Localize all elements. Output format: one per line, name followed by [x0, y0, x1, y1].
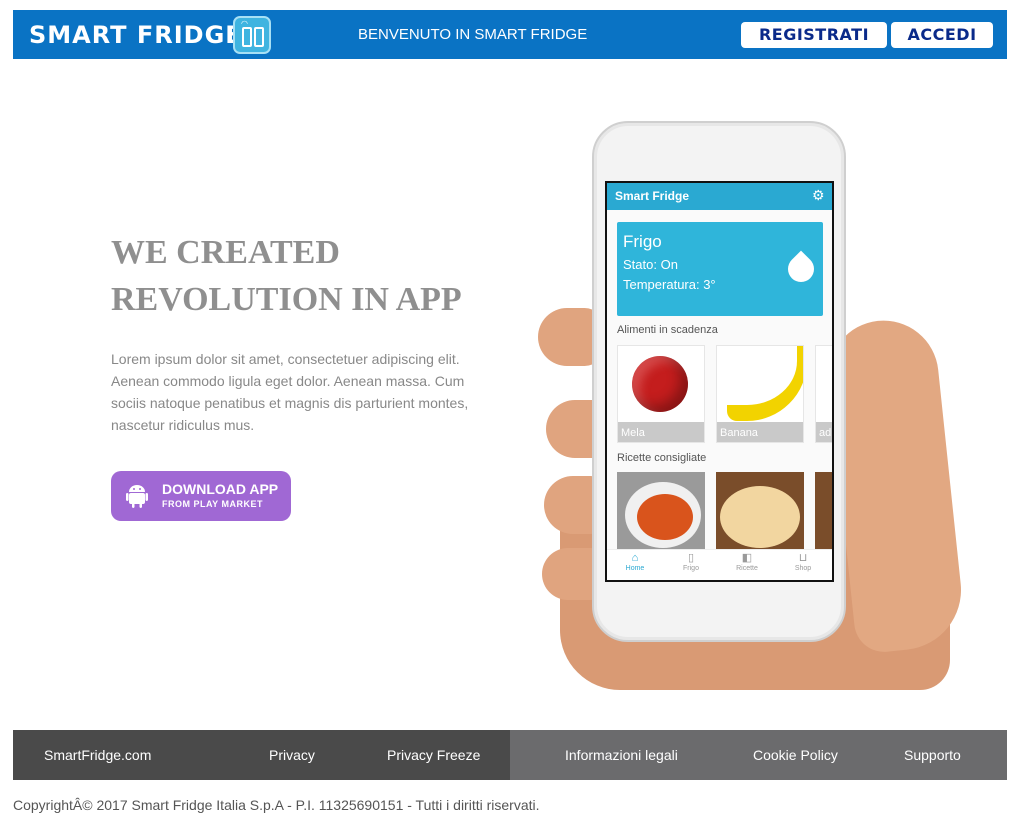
recipe-card-partial[interactable]: [815, 472, 832, 552]
fridge-status-card[interactable]: Frigo Stato: On Temperatura: 3°: [617, 222, 823, 316]
pasta-image: [617, 472, 705, 552]
phone-screen: Smart Fridge ⚙ Frigo Stato: On Temperatu…: [605, 181, 834, 582]
cart-icon: ⊔: [798, 552, 808, 564]
app-title: Smart Fridge: [615, 189, 690, 203]
register-button[interactable]: REGISTRATI: [741, 22, 887, 48]
footer-link-support[interactable]: Supporto: [904, 747, 961, 763]
food-card-apple[interactable]: Mela: [617, 345, 705, 443]
gear-icon[interactable]: ⚙: [812, 187, 825, 204]
welcome-text: BENVENUTO IN SMART FRIDGE: [358, 26, 588, 43]
top-header: SMART FRIDGE ◠ BENVENUTO IN SMART FRIDGE…: [13, 10, 1007, 59]
expiring-label: Alimenti in scadenza: [617, 324, 718, 336]
nav-ricette[interactable]: ◧ Ricette: [719, 552, 775, 572]
footer-link-smartfridge[interactable]: SmartFridge.com: [44, 747, 151, 763]
footer-link-privacy-freeze[interactable]: Privacy Freeze: [387, 747, 480, 763]
recipe-image: [815, 472, 832, 552]
fridge-card-title: Frigo: [623, 232, 662, 251]
nav-shop[interactable]: ⊔ Shop: [775, 552, 831, 572]
nav-frigo-label: Frigo: [683, 565, 699, 572]
fridge-temperature: Temperatura: 3°: [623, 277, 716, 292]
hero-title-line2: REVOLUTION IN APP: [111, 281, 462, 318]
download-app-button[interactable]: DOWNLOAD APP FROM PLAY MARKET: [111, 471, 291, 521]
footer-link-privacy[interactable]: Privacy: [269, 747, 315, 763]
pizza-image: [716, 472, 804, 552]
hero-title: WE CREATED REVOLUTION IN APP: [111, 229, 531, 323]
nav-frigo[interactable]: ▯ Frigo: [663, 552, 719, 572]
footer-right-bar: Informazioni legali Cookie Policy Suppor…: [510, 730, 1007, 780]
food-card-partial[interactable]: ad: [815, 345, 832, 443]
recipe-card-pizza[interactable]: [716, 472, 804, 552]
recipes-label: Ricette consigliate: [617, 452, 707, 464]
nav-shop-label: Shop: [794, 565, 812, 572]
footer-link-cookie[interactable]: Cookie Policy: [753, 747, 838, 763]
food-card-banana[interactable]: Banana: [716, 345, 804, 443]
recipe-card-pasta[interactable]: [617, 472, 705, 552]
android-icon: [126, 485, 148, 508]
home-icon: ⌂: [631, 552, 639, 564]
hero-title-line1: WE CREATED: [111, 234, 340, 271]
app-bottom-nav: ⌂ Home ▯ Frigo ◧ Ricette ⊔ Shop: [607, 549, 832, 580]
nav-home[interactable]: ⌂ Home: [607, 552, 663, 572]
app-bar: Smart Fridge ⚙: [607, 183, 832, 210]
footer-left-bar: SmartFridge.com Privacy Privacy Freeze: [13, 730, 510, 780]
hand-fingers: [538, 308, 612, 608]
fridge-status: Stato: On: [623, 257, 678, 272]
fridge-door-left: [242, 27, 252, 47]
apple-image: [632, 356, 688, 412]
hero-description: Lorem ipsum dolor sit amet, consectetuer…: [111, 351, 469, 433]
book-icon: ◧: [741, 552, 753, 564]
login-button[interactable]: ACCEDI: [891, 22, 993, 48]
download-sublabel: FROM PLAY MARKET: [162, 499, 264, 509]
nav-home-label: Home: [625, 565, 645, 572]
food-name: ad: [816, 422, 832, 442]
fridge-icon: ▯: [687, 552, 695, 564]
fridge-logo-icon[interactable]: ◠: [233, 16, 271, 54]
food-name: Mela: [618, 422, 704, 442]
footer-link-legal[interactable]: Informazioni legali: [565, 747, 678, 763]
water-drop-icon: [782, 250, 820, 288]
nav-ricette-label: Ricette: [736, 565, 758, 572]
download-label: DOWNLOAD APP: [162, 481, 279, 497]
banana-image: [727, 346, 803, 421]
copyright-text: CopyrightÂ© 2017 Smart Fridge Italia S.p…: [13, 797, 540, 813]
food-name: Banana: [717, 422, 803, 442]
logo-text[interactable]: SMART FRIDGE: [29, 21, 243, 49]
fridge-door-right: [254, 27, 264, 47]
